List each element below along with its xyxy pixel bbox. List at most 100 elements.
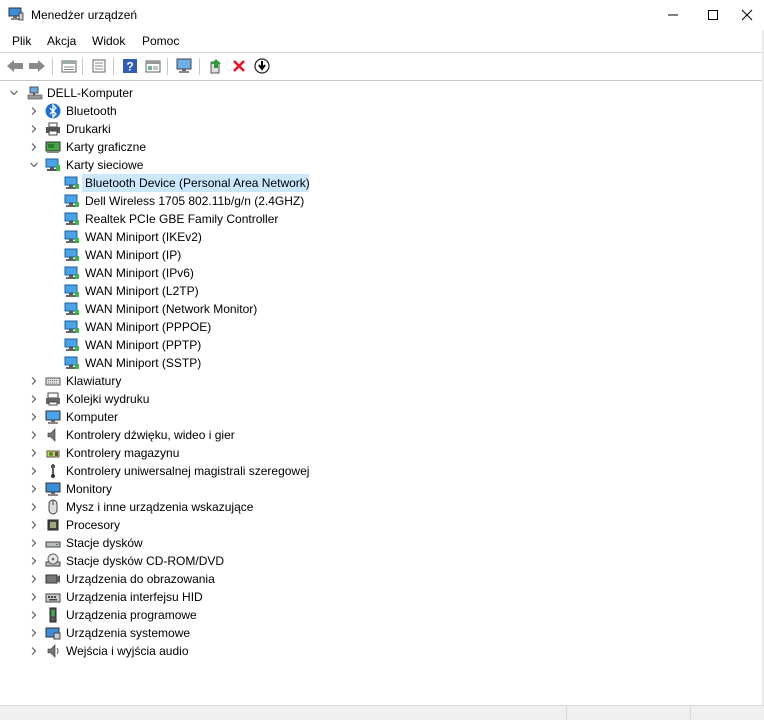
chevron-right-icon[interactable] [29,430,39,440]
tree-device-10[interactable]: WAN Miniport (SSTP) [85,354,201,372]
chevron-right-icon[interactable] [29,628,39,638]
uninstall-device-button[interactable] [229,56,249,76]
window-title: Menedżer urządzeń [31,8,138,22]
tree-device-4[interactable]: WAN Miniport (IP) [85,246,181,264]
processor-icon [47,519,59,531]
tree-category-12[interactable]: Procesory [66,516,120,534]
status-bar [0,705,764,720]
tree-category-10[interactable]: Monitory [66,480,112,498]
help-button[interactable]: ? [120,56,140,76]
tree-device-5[interactable]: WAN Miniport (IPv6) [85,264,194,282]
properties-view-icon [61,60,77,73]
menu-widok[interactable]: Widok [92,34,125,48]
chevron-right-icon[interactable] [29,484,39,494]
tree-category-19[interactable]: Wejścia i wyjścia audio [66,642,189,660]
tree-category-13[interactable]: Stacje dysków [66,534,143,552]
menu-pomoc[interactable]: Pomoc [142,34,179,48]
printer-icon [46,122,60,136]
forward-arrow-icon [29,60,45,72]
minimize-icon [668,14,678,16]
keyboard-icon [45,377,61,386]
tree-category-5[interactable]: Kolejki wydruku [66,390,149,408]
tree-device-8[interactable]: WAN Miniport (PPPOE) [85,318,211,336]
toolbar-separator [82,58,83,75]
chevron-right-icon[interactable] [29,502,39,512]
tree-category-2[interactable]: Karty graficzne [66,138,146,156]
network-device-icon [64,230,79,243]
tree-category-15[interactable]: Urządzenia do obrazowania [66,570,215,588]
chevron-right-icon[interactable] [29,610,39,620]
hid-icon [45,593,61,603]
network-device-icon [64,176,79,189]
tree-device-9[interactable]: WAN Miniport (PPTP) [85,336,201,354]
tree-root-label[interactable]: DELL-Komputer [47,84,133,102]
device-tree[interactable]: DELL-Komputer Bluetooth Drukarki Karty graf… [0,81,764,705]
chevron-right-icon[interactable] [29,412,39,422]
network-adapter-icon [45,158,60,171]
update-driver-button[interactable] [206,56,226,76]
menu-akcja[interactable]: Akcja [47,34,76,48]
tree-device-0[interactable]: Bluetooth Device (Personal Area Network) [85,174,310,192]
toolbar-separator [52,58,53,75]
disk-drive-icon [45,541,61,548]
chevron-right-icon[interactable] [29,124,39,134]
download-icon [254,58,270,74]
tree-category-14[interactable]: Stacje dysków CD-ROM/DVD [66,552,224,570]
tree-device-6[interactable]: WAN Miniport (L2TP) [85,282,199,300]
network-device-icon [64,266,79,279]
chevron-right-icon[interactable] [29,592,39,602]
chevron-right-icon[interactable] [29,574,39,584]
chevron-right-icon[interactable] [29,520,39,530]
tree-category-6[interactable]: Komputer [66,408,118,426]
chevron-right-icon[interactable] [29,106,39,116]
scan-hardware-button[interactable] [174,56,194,76]
tree-category-9[interactable]: Kontrolery uniwersalnej magistrali szere… [66,462,309,480]
speaker-icon [47,428,56,442]
tree-category-7[interactable]: Kontrolery dźwięku, wideo i gier [66,426,235,444]
tree-device-1[interactable]: Dell Wireless 1705 802.11b/g/n (2.4GHZ) [85,192,304,210]
tree-category-1[interactable]: Drukarki [66,120,111,138]
close-icon [741,9,753,21]
uninstall-device-icon [233,60,245,72]
tree-category-11[interactable]: Mysz i inne urządzenia wskazujące [66,498,253,516]
tree-category-17[interactable]: Urządzenia programowe [66,606,197,624]
back-arrow-icon [7,60,23,72]
chevron-down-icon[interactable] [29,160,39,170]
chevron-right-icon[interactable] [29,556,39,566]
chevron-right-icon[interactable] [29,466,39,476]
chevron-down-icon[interactable] [9,88,19,98]
tree-device-3[interactable]: WAN Miniport (IKEv2) [85,228,202,246]
details-view-button[interactable] [143,56,163,76]
chevron-right-icon[interactable] [29,394,39,404]
tree-category-8[interactable]: Kontrolery magazynu [66,444,179,462]
close-button[interactable] [730,0,764,30]
display-adapter-icon [45,141,61,153]
tree-category-0[interactable]: Bluetooth [66,102,117,120]
tree-device-2[interactable]: Realtek PCIe GBE Family Controller [85,210,278,228]
chevron-right-icon[interactable] [29,376,39,386]
chevron-right-icon[interactable] [29,646,39,656]
chevron-right-icon[interactable] [29,538,39,548]
mouse-icon [48,499,58,515]
tree-category-3[interactable]: Karty sieciowe [66,156,143,174]
properties-view-button[interactable] [59,56,79,76]
network-device-icon [64,194,79,207]
chevron-right-icon[interactable] [29,448,39,458]
toolbar: ? [0,53,764,81]
cdrom-icon [45,553,61,567]
update-driver-icon [210,59,221,74]
list-view-button[interactable] [89,56,109,76]
back-button[interactable] [5,56,25,76]
tree-category-18[interactable]: Urządzenia systemowe [66,624,190,642]
tree-category-4[interactable]: Klawiatury [66,372,121,390]
system-device-icon [45,627,61,640]
root-computer-icon [27,86,43,100]
tree-device-7[interactable]: WAN Miniport (Network Monitor) [85,300,257,318]
forward-button[interactable] [27,56,47,76]
enable-device-button[interactable] [252,56,272,76]
software-device-icon [49,607,57,623]
toolbar-separator [199,58,200,75]
tree-category-16[interactable]: Urządzenia interfejsu HID [66,588,203,606]
chevron-right-icon[interactable] [29,142,39,152]
menu-plik[interactable]: Plik [12,34,31,48]
